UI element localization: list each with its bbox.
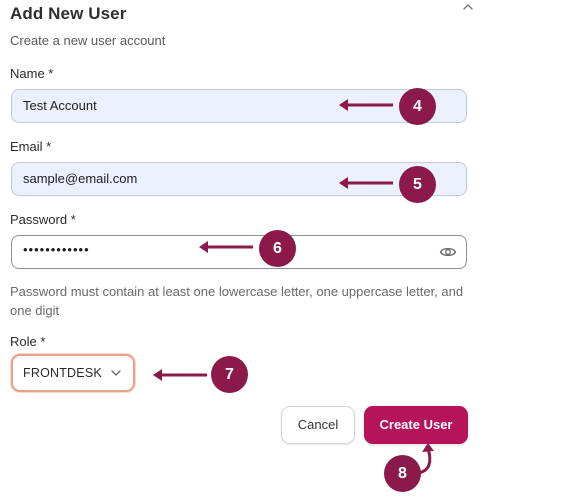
role-select[interactable]: FRONTDESK bbox=[11, 354, 135, 392]
email-value: sample@email.com bbox=[23, 171, 138, 186]
role-value: FRONTDESK bbox=[23, 366, 102, 380]
eye-icon[interactable] bbox=[439, 244, 457, 260]
dialog-title: Add New User bbox=[10, 4, 127, 23]
arrow-left-icon bbox=[199, 241, 253, 253]
arrow-left-icon bbox=[153, 369, 207, 381]
name-value: Test Account bbox=[23, 98, 97, 113]
password-helper-text: Password must contain at least one lower… bbox=[10, 284, 464, 318]
step-badge-4: 4 bbox=[399, 88, 436, 125]
chevron-down-icon bbox=[111, 370, 121, 376]
name-label: Name * bbox=[10, 66, 54, 81]
step-badge-6: 6 bbox=[259, 230, 296, 267]
password-label: Password * bbox=[10, 212, 76, 227]
chevron-up-icon[interactable] bbox=[458, 0, 478, 14]
step-badge-5: 5 bbox=[399, 166, 436, 203]
arrow-left-icon bbox=[339, 177, 393, 189]
step-badge-7: 7 bbox=[211, 356, 248, 393]
dialog-subtitle: Create a new user account bbox=[10, 33, 166, 48]
password-value: •••••••••••• bbox=[23, 242, 90, 257]
role-label: Role * bbox=[10, 334, 46, 349]
cancel-button[interactable]: Cancel bbox=[281, 406, 355, 444]
create-user-button[interactable]: Create User bbox=[364, 406, 468, 444]
step-badge-8: 8 bbox=[384, 455, 421, 492]
email-label: Email * bbox=[10, 139, 52, 154]
arrow-left-icon bbox=[339, 99, 393, 111]
